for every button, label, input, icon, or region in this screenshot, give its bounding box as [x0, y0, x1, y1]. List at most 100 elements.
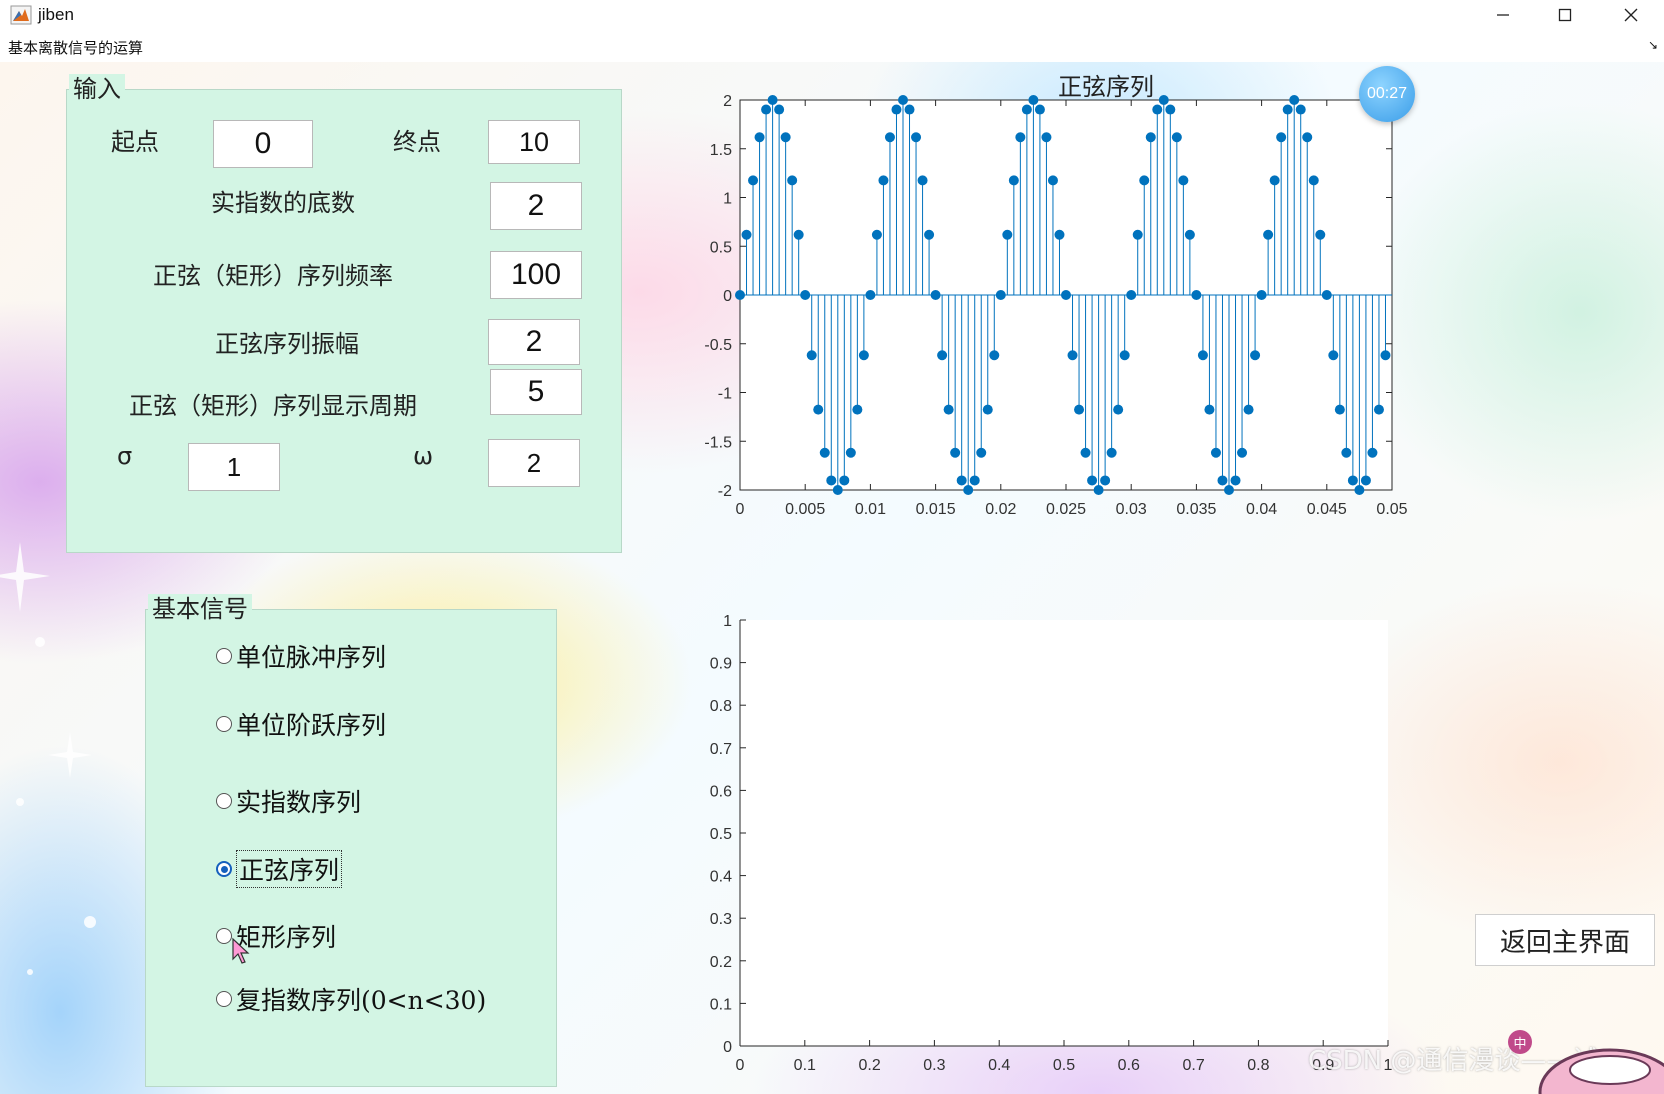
- plot-area: [740, 620, 1388, 1046]
- stem-point: [1074, 404, 1085, 415]
- input-panel-caption: 输入: [69, 74, 125, 104]
- stem-point: [1021, 104, 1032, 115]
- minimize-button[interactable]: [1472, 0, 1534, 30]
- radio-unit-step[interactable]: 单位阶跃序列: [216, 706, 386, 742]
- matlab-icon: [10, 5, 32, 25]
- stem-point: [1354, 485, 1365, 495]
- stem-point: [1184, 229, 1195, 240]
- stem-point: [1237, 447, 1248, 458]
- start-input[interactable]: 0: [213, 120, 313, 168]
- minimize-icon: [1497, 14, 1509, 16]
- stem-point: [982, 404, 993, 415]
- stem-point: [1080, 447, 1091, 458]
- stem-point: [1321, 290, 1332, 300]
- stem-point: [793, 229, 804, 240]
- close-icon: [1624, 8, 1638, 22]
- omega-label: ω: [413, 442, 434, 470]
- y-tick-label: 0: [723, 288, 732, 305]
- return-main-button[interactable]: 返回主界面: [1475, 914, 1655, 966]
- stem-point: [1347, 475, 1358, 486]
- x-tick-label: 0.5: [1053, 1057, 1075, 1074]
- radio-label: 矩形序列: [236, 923, 337, 952]
- empty-plot[interactable]: 0 0.1 0.2 0.3 0.4 0.5 0.6 0.7 0.8 0.9 110.90.80.70…: [700, 582, 1480, 1092]
- radio-real-exponential[interactable]: 实指数序列: [216, 783, 361, 819]
- window-title-bar: jiben: [0, 0, 1664, 30]
- stem-point: [1139, 175, 1150, 186]
- radio-complex-exponential[interactable]: 复指数序列(0<n<30): [216, 981, 486, 1017]
- y-tick-label: 0.5: [710, 239, 732, 256]
- stem-point: [1373, 404, 1384, 415]
- y-tick-label: 0.1: [710, 996, 732, 1013]
- stem-point: [937, 350, 948, 361]
- stem-point: [800, 290, 811, 300]
- x-tick-label: 0.02: [985, 501, 1016, 518]
- radio-button-icon: [216, 648, 232, 664]
- y-tick-label: 1.5: [710, 142, 732, 159]
- period-input[interactable]: 5: [490, 369, 582, 415]
- input-panel: 输入 起点 0 终点 10 实指数的底数 2 正弦（矩形）序列频率 100 正弦…: [66, 74, 622, 553]
- radio-button-icon: [216, 928, 232, 944]
- stem-point: [995, 290, 1006, 300]
- x-tick-label: 0: [736, 1057, 745, 1074]
- stem-point: [963, 485, 974, 495]
- timer-text: 00:27: [1366, 85, 1408, 102]
- omega-input[interactable]: 2: [488, 439, 580, 487]
- stem-point: [1341, 447, 1352, 458]
- stem-point: [1093, 485, 1104, 495]
- stem-point: [735, 290, 745, 300]
- end-input[interactable]: 10: [488, 120, 580, 164]
- stem-point: [852, 404, 863, 415]
- y-tick-label: -1.5: [704, 434, 732, 451]
- stem-point: [1087, 475, 1098, 486]
- stem-point: [1263, 229, 1274, 240]
- stem-point: [904, 104, 915, 115]
- stem-point: [1158, 95, 1169, 105]
- amplitude-label: 正弦序列振幅: [215, 330, 359, 358]
- stem-point: [930, 290, 941, 300]
- radio-sine[interactable]: 正弦序列: [216, 850, 343, 888]
- stem-point: [826, 475, 837, 486]
- radio-unit-impulse[interactable]: 单位脉冲序列: [216, 638, 386, 674]
- sine-stem-plot[interactable]: 0 0.005 0.01 0.015 0.02 0.025 0.03 0.035 0.04 0.0…: [700, 92, 1480, 532]
- stem-point: [943, 404, 954, 415]
- stem-point: [1204, 404, 1215, 415]
- stem-point: [767, 95, 778, 105]
- radio-button-icon: [216, 716, 232, 732]
- stem-point: [1315, 229, 1326, 240]
- base-label: 实指数的底数: [211, 189, 355, 217]
- stem-point: [1067, 350, 1078, 361]
- stem-point: [774, 104, 785, 115]
- stem-point: [1197, 350, 1208, 361]
- sigma-input[interactable]: 1: [188, 443, 280, 491]
- stem-point: [1334, 404, 1345, 415]
- stem-point: [780, 132, 791, 143]
- y-tick-label: 0.4: [710, 869, 732, 886]
- stem-point: [806, 350, 817, 361]
- stem-point: [1367, 447, 1378, 458]
- stem-point: [858, 350, 869, 361]
- y-tick-label: 2: [723, 93, 732, 110]
- frequency-input[interactable]: 100: [490, 251, 582, 299]
- stem-point: [898, 95, 908, 105]
- stem-point: [969, 475, 980, 486]
- menu-title[interactable]: 基本离散信号的运算: [8, 37, 143, 58]
- y-tick-label: 0.8: [710, 698, 732, 715]
- x-tick-label: 0.6: [1118, 1057, 1140, 1074]
- stem-point: [865, 290, 876, 300]
- stem-point: [1256, 290, 1267, 300]
- stem-point: [1328, 350, 1339, 361]
- y-tick-label: 0.7: [710, 741, 732, 758]
- base-input[interactable]: 2: [490, 182, 582, 230]
- radio-label: 复指数序列(0<n<30): [236, 986, 487, 1015]
- stem-point: [1106, 447, 1117, 458]
- stem-point: [1276, 132, 1287, 143]
- stem-point: [1230, 475, 1241, 486]
- period-label: 正弦（矩形）序列显示周期: [129, 392, 417, 420]
- mascot-decoration-icon: 中: [1508, 1030, 1664, 1094]
- end-label: 终点: [393, 128, 441, 156]
- amplitude-input[interactable]: 2: [488, 319, 580, 365]
- stem-point: [845, 447, 856, 458]
- close-button[interactable]: [1600, 0, 1662, 30]
- sigma-label: σ: [117, 442, 133, 470]
- maximize-button[interactable]: [1534, 0, 1596, 30]
